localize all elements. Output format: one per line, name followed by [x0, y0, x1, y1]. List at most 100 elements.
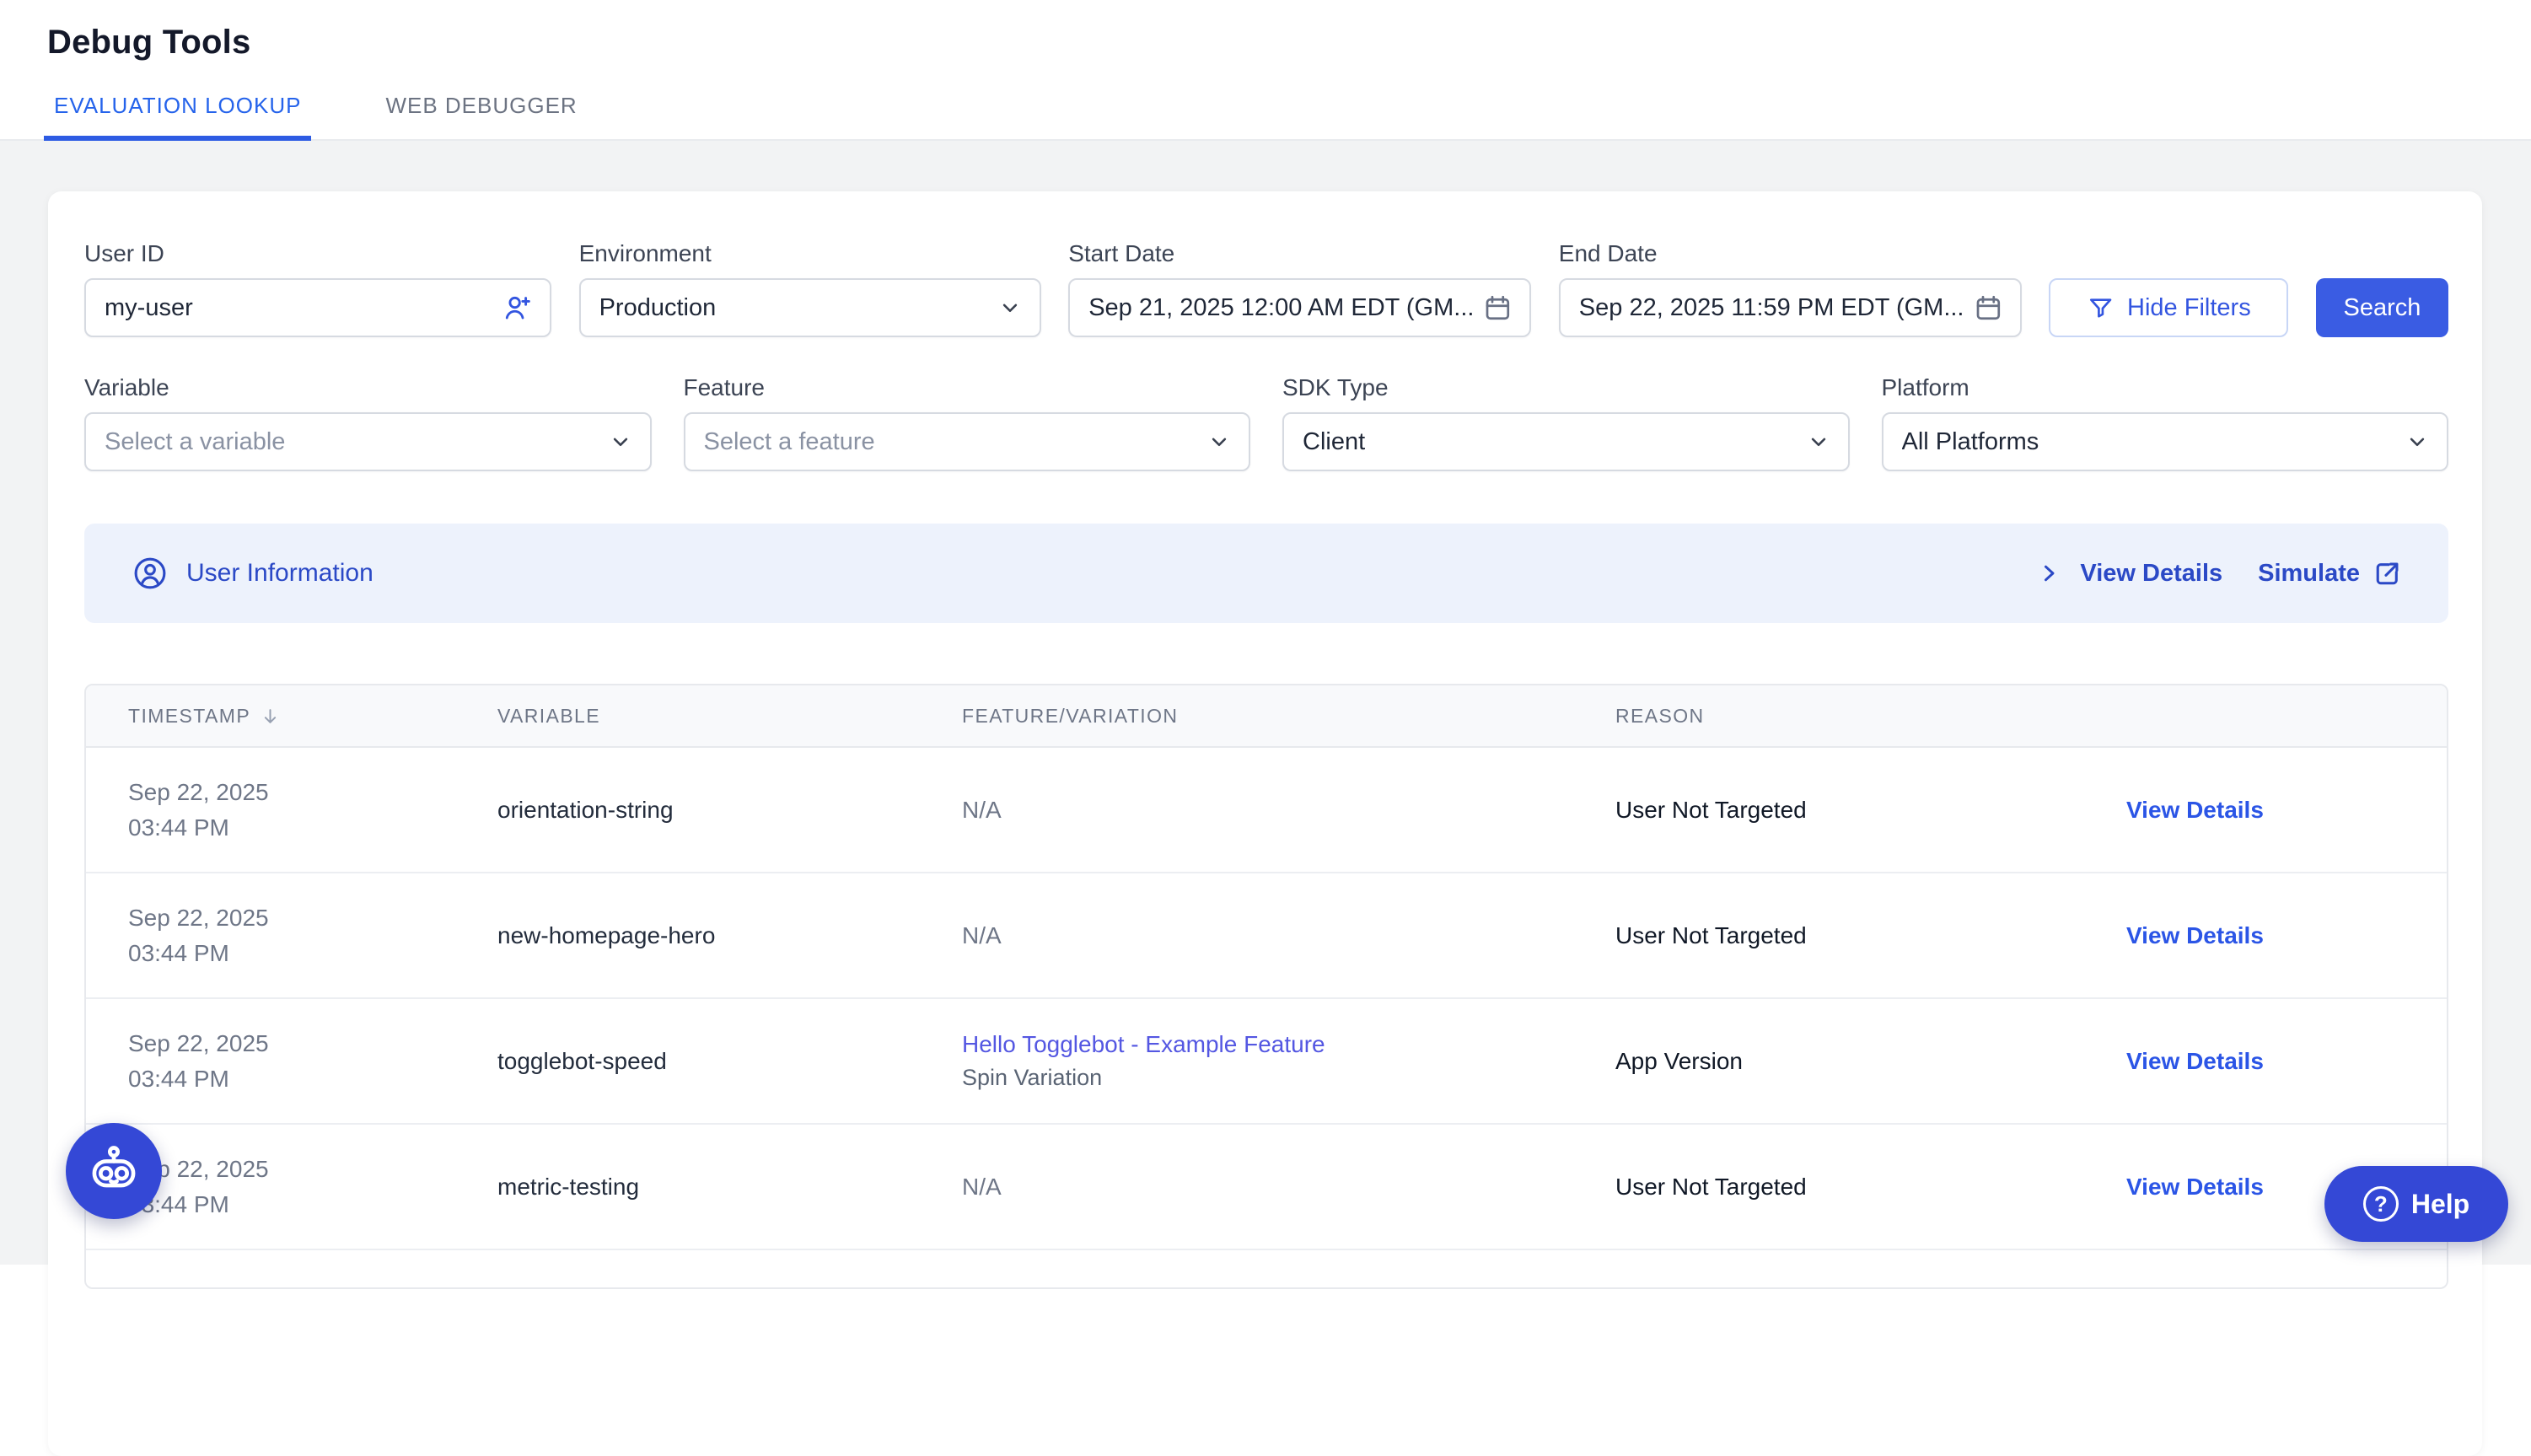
feature-placeholder: Select a feature [704, 428, 1207, 456]
user-id-label: User ID [84, 240, 551, 267]
chevron-right-icon[interactable] [2034, 559, 2063, 588]
row-view-details-link[interactable]: View Details [2126, 1048, 2264, 1075]
start-date-input[interactable]: Sep 21, 2025 12:00 AM EDT (GM... [1068, 278, 1531, 337]
search-button-label: Search [2344, 294, 2421, 322]
external-link-icon[interactable] [2372, 558, 2403, 589]
cell-variable: metric-testing [497, 1174, 962, 1201]
user-circle-icon [132, 555, 169, 592]
variable-label: Variable [84, 374, 652, 401]
add-user-icon[interactable] [501, 292, 533, 324]
column-header-feature-variation[interactable]: FEATURE/VARIATION [962, 705, 1615, 728]
cell-reason: User Not Targeted [1615, 1174, 2126, 1201]
variable-field-group: Variable Select a variable [84, 374, 652, 471]
platform-label: Platform [1882, 374, 2449, 401]
tab-web-debugger[interactable]: WEB DEBUGGER [375, 93, 587, 141]
tab-evaluation-lookup[interactable]: EVALUATION LOOKUP [44, 93, 311, 141]
feature-select[interactable]: Select a feature [684, 412, 1251, 471]
simulate-link[interactable]: Simulate [2258, 560, 2360, 588]
start-date-label: Start Date [1068, 240, 1531, 267]
user-information-view-details-link[interactable]: View Details [2080, 560, 2222, 588]
end-date-input[interactable]: Sep 22, 2025 11:59 PM EDT (GM... [1559, 278, 2022, 337]
content-area: User ID Environment Production [0, 141, 2531, 1265]
togglebot-assistant-button[interactable] [66, 1123, 162, 1219]
cell-feature-variation: N/A [962, 922, 1615, 949]
cell-reason: App Version [1615, 1048, 2126, 1075]
evaluations-table: TIMESTAMP VARIABLE FEATURE/VARIATION REA… [84, 684, 2448, 1289]
environment-label: Environment [579, 240, 1041, 267]
question-mark-icon: ? [2363, 1186, 2399, 1222]
tab-evaluation-lookup-label: EVALUATION LOOKUP [54, 93, 301, 118]
column-header-variable[interactable]: VARIABLE [497, 705, 962, 728]
help-button-label: Help [2411, 1189, 2469, 1220]
hide-filters-label: Hide Filters [2127, 294, 2251, 322]
page-header: Debug Tools EVALUATION LOOKUP WEB DEBUGG… [0, 0, 2531, 141]
sort-descending-icon [259, 705, 282, 728]
cell-timestamp: Sep 22, 2025 03:44 PM [86, 900, 497, 971]
row-view-details-link[interactable]: View Details [2126, 922, 2264, 949]
filter-row-2: Variable Select a variable Feature Selec… [84, 374, 2448, 471]
start-date-value: Sep 21, 2025 12:00 AM EDT (GM... [1088, 294, 1482, 322]
cell-feature-variation: Hello Togglebot - Example Feature Spin V… [962, 1031, 1615, 1091]
calendar-icon [1482, 293, 1513, 323]
table-row-partial [86, 1250, 2447, 1287]
table-row: Sep 22, 2025 03:44 PM togglebot-speed He… [86, 999, 2447, 1125]
cell-variable: togglebot-speed [497, 1048, 962, 1075]
hide-filters-button[interactable]: Hide Filters [2049, 278, 2288, 337]
column-header-timestamp[interactable]: TIMESTAMP [86, 705, 497, 728]
platform-value: All Platforms [1902, 428, 2405, 456]
calendar-icon [1973, 293, 2003, 323]
chevron-down-icon [997, 295, 1023, 320]
cell-timestamp: Sep 22, 2025 03:44 PM [86, 775, 497, 846]
chevron-down-icon [608, 429, 633, 454]
user-id-input[interactable] [105, 294, 501, 322]
end-date-label: End Date [1559, 240, 2022, 267]
tab-web-debugger-label: WEB DEBUGGER [385, 93, 577, 118]
cell-feature-variation: N/A [962, 1174, 1615, 1201]
row-view-details-link[interactable]: View Details [2126, 1174, 2264, 1201]
filter-funnel-icon [2087, 294, 2114, 321]
table-row: Sep 22, 2025 03:44 PM new-homepage-hero … [86, 873, 2447, 999]
sdk-type-select[interactable]: Client [1282, 412, 1850, 471]
cell-reason: User Not Targeted [1615, 922, 2126, 949]
environment-select[interactable]: Production [579, 278, 1041, 337]
variation-name: Spin Variation [962, 1065, 1615, 1091]
cell-variable: orientation-string [497, 797, 962, 824]
page-title: Debug Tools [47, 24, 250, 62]
environment-field-group: Environment Production [579, 240, 1041, 337]
start-date-field-group: Start Date Sep 21, 2025 12:00 AM EDT (GM… [1068, 240, 1531, 337]
sdk-type-value: Client [1303, 428, 1806, 456]
help-button[interactable]: ? Help [2324, 1166, 2508, 1242]
user-information-banner[interactable]: User Information View Details Simulate [84, 524, 2448, 623]
chevron-down-icon [2405, 429, 2430, 454]
user-information-title: User Information [186, 559, 373, 588]
platform-select[interactable]: All Platforms [1882, 412, 2449, 471]
end-date-value: Sep 22, 2025 11:59 PM EDT (GM... [1579, 294, 1973, 322]
chevron-down-icon [1806, 429, 1831, 454]
row-view-details-link[interactable]: View Details [2126, 797, 2264, 824]
tab-bar: EVALUATION LOOKUP WEB DEBUGGER [44, 93, 588, 141]
sdk-type-field-group: SDK Type Client [1282, 374, 1850, 471]
cell-timestamp: Sep 22, 2025 03:44 PM [86, 1026, 497, 1097]
user-id-input-wrap [84, 278, 551, 337]
variable-placeholder: Select a variable [105, 428, 608, 456]
environment-value: Production [599, 294, 997, 322]
table-header-row: TIMESTAMP VARIABLE FEATURE/VARIATION REA… [86, 685, 2447, 748]
user-id-field-group: User ID [84, 240, 551, 337]
chevron-down-icon [1206, 429, 1232, 454]
cell-feature-variation: N/A [962, 797, 1615, 824]
column-header-reason[interactable]: REASON [1615, 705, 2126, 728]
platform-field-group: Platform All Platforms [1882, 374, 2449, 471]
user-information-actions: View Details Simulate [2034, 558, 2403, 589]
search-button[interactable]: Search [2316, 278, 2448, 337]
table-row: Sep 22, 2025 03:44 PM orientation-string… [86, 748, 2447, 873]
end-date-field-group: End Date Sep 22, 2025 11:59 PM EDT (GM..… [1559, 240, 2022, 337]
robot-icon [86, 1143, 142, 1199]
evaluation-lookup-card: User ID Environment Production [48, 191, 2482, 1456]
feature-label: Feature [684, 374, 1251, 401]
sdk-type-label: SDK Type [1282, 374, 1850, 401]
variable-select[interactable]: Select a variable [84, 412, 652, 471]
feature-field-group: Feature Select a feature [684, 374, 1251, 471]
cell-reason: User Not Targeted [1615, 797, 2126, 824]
cell-variable: new-homepage-hero [497, 922, 962, 949]
feature-link[interactable]: Hello Togglebot - Example Feature [962, 1031, 1325, 1058]
